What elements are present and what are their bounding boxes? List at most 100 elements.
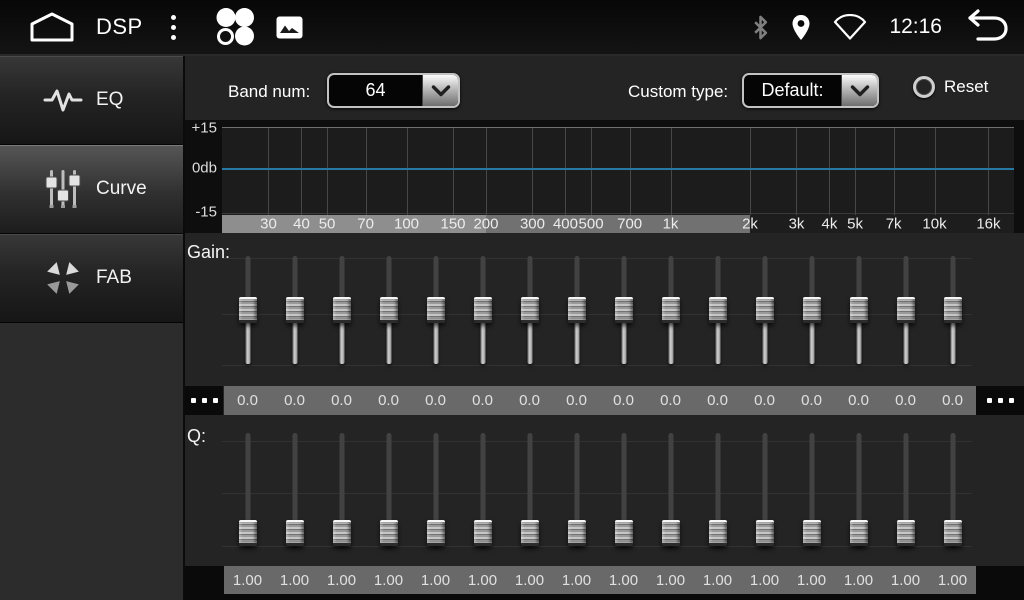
gain-slider[interactable] bbox=[506, 256, 553, 364]
q-slider[interactable] bbox=[553, 433, 600, 546]
fader-thumb[interactable] bbox=[427, 297, 445, 323]
gain-value: 0.0 bbox=[788, 386, 835, 415]
freq-gridline bbox=[750, 128, 751, 215]
gain-slider[interactable] bbox=[600, 256, 647, 364]
q-slider[interactable] bbox=[835, 433, 882, 546]
fader-thumb[interactable] bbox=[286, 297, 304, 323]
fader-thumb[interactable] bbox=[803, 297, 821, 323]
fader-thumb[interactable] bbox=[333, 520, 351, 546]
fader-thumb[interactable] bbox=[709, 520, 727, 546]
sidebar-item-curve[interactable]: Curve bbox=[0, 145, 183, 234]
gain-value: 0.0 bbox=[929, 386, 976, 415]
fader-thumb[interactable] bbox=[521, 297, 539, 323]
fader-thumb[interactable] bbox=[427, 520, 445, 546]
gain-slider[interactable] bbox=[835, 256, 882, 364]
q-slider[interactable] bbox=[412, 433, 459, 546]
fader-thumb[interactable] bbox=[897, 297, 915, 323]
q-slider[interactable] bbox=[600, 433, 647, 546]
q-value: 1.00 bbox=[647, 566, 694, 594]
fader-thumb[interactable] bbox=[756, 520, 774, 546]
gain-value: 0.0 bbox=[412, 386, 459, 415]
sidebar-item-eq[interactable]: EQ bbox=[0, 56, 183, 145]
fader-thumb[interactable] bbox=[568, 520, 586, 546]
q-slider[interactable] bbox=[647, 433, 694, 546]
q-slider[interactable] bbox=[929, 433, 976, 546]
q-value: 1.00 bbox=[694, 566, 741, 594]
q-value: 1.00 bbox=[553, 566, 600, 594]
fader-thumb[interactable] bbox=[944, 297, 962, 323]
fader-thumb[interactable] bbox=[286, 520, 304, 546]
band-num-dropdown[interactable]: 64 bbox=[327, 73, 460, 108]
fader-thumb[interactable] bbox=[380, 297, 398, 323]
gain-slider[interactable] bbox=[741, 256, 788, 364]
gain-slider[interactable] bbox=[882, 256, 929, 364]
fader-thumb[interactable] bbox=[897, 520, 915, 546]
gain-slider[interactable] bbox=[412, 256, 459, 364]
fader-thumb[interactable] bbox=[568, 297, 586, 323]
reset-button[interactable]: Reset bbox=[913, 76, 988, 98]
fader-thumb[interactable] bbox=[709, 297, 727, 323]
fader-thumb[interactable] bbox=[850, 297, 868, 323]
fader-thumb[interactable] bbox=[850, 520, 868, 546]
fader-thumb[interactable] bbox=[239, 297, 257, 323]
fader-thumb[interactable] bbox=[239, 520, 257, 546]
q-slider[interactable] bbox=[271, 433, 318, 546]
sidebar-item-fab[interactable]: FAB bbox=[0, 234, 183, 323]
gain-slider[interactable] bbox=[224, 256, 271, 364]
fader-thumb[interactable] bbox=[756, 297, 774, 323]
chevron-down-icon[interactable] bbox=[841, 75, 877, 106]
chevron-down-icon[interactable] bbox=[422, 75, 458, 106]
freq-tick-label: 300 bbox=[520, 216, 545, 233]
q-value: 1.00 bbox=[882, 566, 929, 594]
freq-gridline bbox=[366, 128, 367, 215]
gain-slider[interactable] bbox=[459, 256, 506, 364]
q-slider[interactable] bbox=[459, 433, 506, 546]
band-num-value: 64 bbox=[329, 75, 422, 106]
gain-slider[interactable] bbox=[271, 256, 318, 364]
q-slider[interactable] bbox=[694, 433, 741, 546]
q-slider[interactable] bbox=[365, 433, 412, 546]
freq-tick-label: 400 bbox=[553, 216, 578, 233]
gain-slider[interactable] bbox=[553, 256, 600, 364]
fader-thumb[interactable] bbox=[803, 520, 821, 546]
gain-slider[interactable] bbox=[929, 256, 976, 364]
back-icon[interactable] bbox=[964, 9, 1010, 45]
fader-thumb[interactable] bbox=[474, 297, 492, 323]
fader-thumb[interactable] bbox=[662, 297, 680, 323]
gain-slider[interactable] bbox=[788, 256, 835, 364]
q-slider[interactable] bbox=[788, 433, 835, 546]
home-icon[interactable] bbox=[28, 11, 76, 43]
freq-tick-label: 30 bbox=[260, 216, 277, 233]
gain-slider[interactable] bbox=[647, 256, 694, 364]
gallery-icon[interactable] bbox=[276, 16, 303, 39]
gain-slider[interactable] bbox=[694, 256, 741, 364]
freq-gridline bbox=[894, 128, 895, 215]
menu-kebab-icon[interactable] bbox=[167, 11, 180, 44]
q-slider[interactable] bbox=[224, 433, 271, 546]
gain-slider[interactable] bbox=[318, 256, 365, 364]
fader-thumb[interactable] bbox=[615, 520, 633, 546]
freq-tick-label: 5k bbox=[847, 216, 863, 233]
reset-radio-icon[interactable] bbox=[913, 76, 935, 98]
slider-track-upper bbox=[621, 433, 626, 533]
q-slider[interactable] bbox=[741, 433, 788, 546]
apps-clover-icon[interactable] bbox=[214, 7, 256, 47]
fader-thumb[interactable] bbox=[333, 297, 351, 323]
freq-tick-label: 150 bbox=[441, 216, 466, 233]
q-slider[interactable] bbox=[318, 433, 365, 546]
fader-thumb[interactable] bbox=[944, 520, 962, 546]
fader-thumb[interactable] bbox=[380, 520, 398, 546]
sliders-icon bbox=[42, 168, 84, 210]
fader-thumb[interactable] bbox=[662, 520, 680, 546]
gain-more-left-button[interactable] bbox=[185, 386, 223, 415]
fader-thumb[interactable] bbox=[615, 297, 633, 323]
q-slider[interactable] bbox=[882, 433, 929, 546]
fader-thumb[interactable] bbox=[521, 520, 539, 546]
gain-value: 0.0 bbox=[506, 386, 553, 415]
gain-slider[interactable] bbox=[365, 256, 412, 364]
custom-type-dropdown[interactable]: Default: bbox=[742, 73, 879, 108]
gain-more-right-button[interactable] bbox=[976, 386, 1024, 415]
q-slider[interactable] bbox=[506, 433, 553, 546]
fader-thumb[interactable] bbox=[474, 520, 492, 546]
reset-label: Reset bbox=[944, 77, 988, 97]
